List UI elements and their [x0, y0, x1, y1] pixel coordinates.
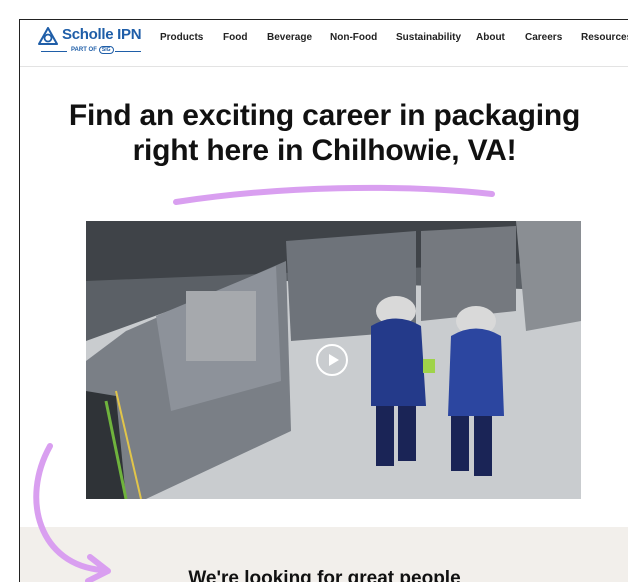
page-frame: Scholle IPN PART OF SIG Products Food Bev…	[19, 19, 628, 582]
top-navigation: Scholle IPN PART OF SIG Products Food Bev…	[20, 20, 628, 67]
brand-tagline-prefix: PART OF	[71, 47, 97, 53]
nav-item-beverage[interactable]: Beverage	[267, 32, 312, 43]
decorative-curved-arrow	[33, 443, 111, 582]
decorative-underline-swoosh	[173, 184, 495, 205]
video-player[interactable]	[86, 221, 581, 499]
nav-item-resources[interactable]: Resources	[581, 32, 628, 43]
page-title: Find an exciting career in packaging rig…	[20, 98, 628, 168]
brand-name: Scholle IPN	[62, 26, 142, 43]
nav-item-products[interactable]: Products	[160, 32, 203, 43]
nav-item-food[interactable]: Food	[223, 32, 247, 43]
scholle-ipn-logo[interactable]: Scholle IPN PART OF SIG	[38, 26, 144, 60]
brand-mark-icon	[38, 27, 58, 45]
nav-item-non-food[interactable]: Non-Food	[330, 32, 377, 43]
page-title-line-1: Find an exciting career in packaging	[68, 99, 581, 132]
nav-item-careers[interactable]: Careers	[525, 32, 562, 43]
brand-tagline: PART OF SIG	[41, 46, 141, 56]
page-title-line-2: right here in Chilhowie, VA!	[132, 134, 517, 167]
nav-item-about[interactable]: About	[476, 32, 505, 43]
sig-badge: SIG	[98, 46, 114, 54]
play-circle-icon[interactable]	[316, 344, 348, 376]
nav-item-sustainability[interactable]: Sustainability	[396, 32, 461, 43]
